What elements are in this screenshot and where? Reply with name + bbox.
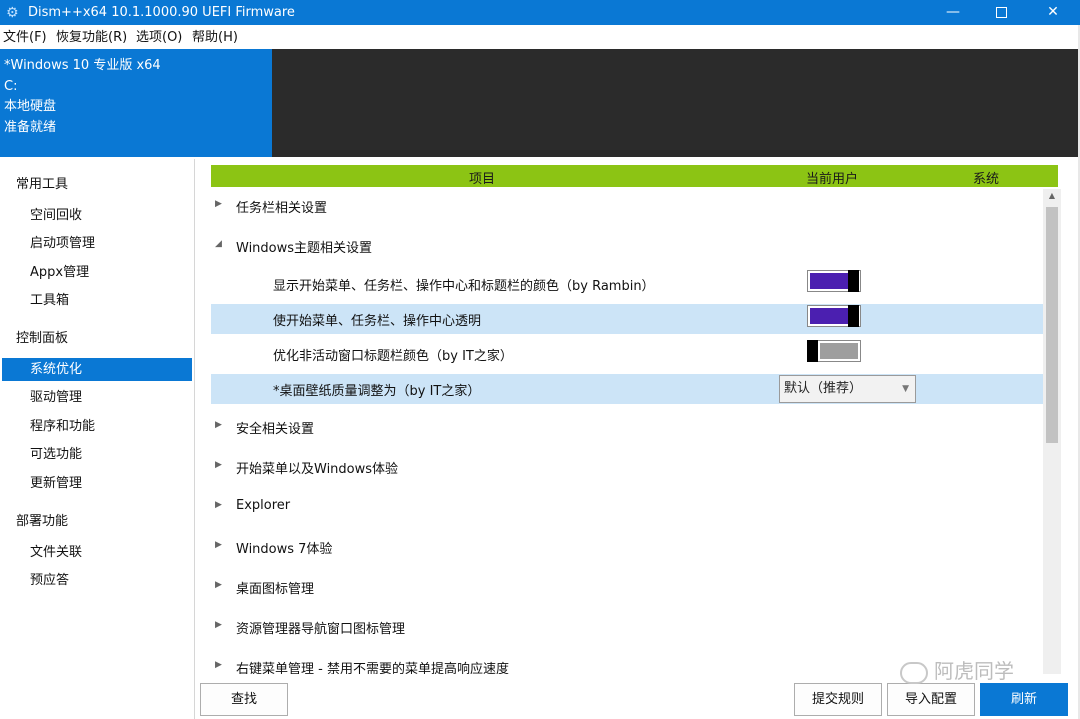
- current-user-toggle[interactable]: [807, 270, 861, 292]
- expand-arrow-icon[interactable]: ▶: [215, 540, 222, 550]
- menu-file[interactable]: 文件(F): [3, 30, 47, 46]
- window-title: Dism++x64 10.1.1000.90 UEFI Firmware: [28, 5, 295, 20]
- expand-arrow-icon[interactable]: ▶: [215, 460, 222, 470]
- expand-arrow-icon[interactable]: ▶: [215, 620, 222, 630]
- nav-item-optional-features[interactable]: 可选功能: [2, 443, 192, 466]
- column-item: 项目: [469, 172, 496, 187]
- toggle-track: [820, 343, 858, 359]
- toggle-knob[interactable]: [807, 340, 818, 362]
- row-label: 开始菜单以及Windows体验: [236, 462, 399, 477]
- collapse-arrow-icon[interactable]: ◢: [215, 239, 222, 249]
- chevron-down-icon: ▼: [902, 384, 909, 394]
- maximize-button[interactable]: [976, 0, 1026, 25]
- nav-group-control-panel: 控制面板: [16, 331, 69, 346]
- row-label: *桌面壁纸质量调整为（by IT之家）: [273, 384, 481, 399]
- menu-help[interactable]: 帮助(H): [192, 30, 238, 46]
- menu-restore[interactable]: 恢复功能(R): [56, 30, 127, 46]
- row-label: 右键菜单管理 - 禁用不需要的菜单提高响应速度: [236, 662, 509, 674]
- row-label: 资源管理器导航窗口图标管理: [236, 622, 406, 637]
- current-user-toggle[interactable]: [807, 340, 861, 362]
- import-config-button[interactable]: 导入配置: [887, 683, 975, 716]
- maximize-icon: [995, 6, 1007, 18]
- nav-item-programs[interactable]: 程序和功能: [2, 415, 192, 438]
- table-row[interactable]: ▶ Explorer: [211, 492, 1043, 522]
- table-row[interactable]: ▶ 任务栏相关设置: [211, 191, 1043, 221]
- image-info-panel[interactable]: *Windows 10 专业版 x64 C: 本地硬盘 准备就绪: [0, 49, 272, 157]
- table-row[interactable]: *桌面壁纸质量调整为（by IT之家） 默认（推荐） ▼: [211, 374, 1043, 404]
- row-label: 桌面图标管理: [236, 582, 315, 597]
- os-name: *Windows 10 专业版 x64: [4, 58, 161, 73]
- row-label: 使开始菜单、任务栏、操作中心透明: [273, 314, 482, 329]
- nav-item-space-recovery[interactable]: 空间回收: [2, 204, 192, 227]
- row-label: 优化非活动窗口标题栏颜色（by IT之家）: [273, 349, 513, 364]
- expand-arrow-icon[interactable]: ▶: [215, 500, 222, 510]
- title-bar: ⚙ Dism++x64 10.1.1000.90 UEFI Firmware —…: [0, 0, 1080, 25]
- watermark: 阿虎同学: [900, 655, 1014, 684]
- gear-icon: ⚙: [6, 5, 19, 21]
- nav-item-startup[interactable]: 启动项管理: [2, 232, 192, 255]
- console-panel: [272, 49, 1078, 157]
- row-label: 任务栏相关设置: [236, 201, 328, 216]
- toggle-knob[interactable]: [848, 305, 859, 327]
- find-button[interactable]: 查找: [200, 683, 288, 716]
- watermark-text: 阿虎同学: [934, 659, 1014, 683]
- row-label: Windows主题相关设置: [236, 241, 373, 256]
- sidebar: 常用工具 空间回收 启动项管理 Appx管理 工具箱 控制面板 系统优化 驱动管…: [0, 159, 195, 719]
- menu-bar: 文件(F) 恢复功能(R) 选项(O) 帮助(H): [0, 27, 1080, 49]
- current-user-toggle[interactable]: [807, 305, 861, 327]
- nav-item-unattend[interactable]: 预应答: [2, 569, 192, 592]
- row-label: Windows 7体验: [236, 542, 333, 557]
- table-row[interactable]: 优化非活动窗口标题栏颜色（by IT之家）: [211, 339, 1043, 369]
- menu-options[interactable]: 选项(O): [136, 30, 182, 46]
- vertical-scrollbar[interactable]: ▲: [1043, 189, 1061, 674]
- minimize-button[interactable]: —: [928, 0, 978, 25]
- table-row[interactable]: ◢ Windows主题相关设置: [211, 231, 1043, 261]
- nav-item-file-assoc[interactable]: 文件关联: [2, 541, 192, 564]
- scrollbar-thumb[interactable]: [1046, 207, 1058, 443]
- submit-rules-button[interactable]: 提交规则: [794, 683, 882, 716]
- wechat-icon: [900, 661, 928, 684]
- column-system: 系统: [973, 172, 1000, 187]
- scroll-up-icon[interactable]: ▲: [1043, 191, 1061, 200]
- toggle-knob[interactable]: [848, 270, 859, 292]
- row-label: Explorer: [236, 498, 291, 513]
- row-label: 显示开始菜单、任务栏、操作中心和标题栏的颜色（by Rambin）: [273, 279, 655, 294]
- expand-arrow-icon[interactable]: ▶: [215, 580, 222, 590]
- status-text: 准备就绪: [4, 119, 57, 135]
- optimization-panel: 项目 当前用户 系统 ▶ 任务栏相关设置 ◢ Windows主题相关设置 显示开…: [196, 159, 1078, 679]
- table-row[interactable]: ▶ 安全相关设置: [211, 412, 1043, 442]
- close-button[interactable]: ✕: [1028, 0, 1078, 25]
- table-row[interactable]: ▶ 资源管理器导航窗口图标管理: [211, 612, 1043, 642]
- expand-arrow-icon[interactable]: ▶: [215, 420, 222, 430]
- expand-arrow-icon[interactable]: ▶: [215, 199, 222, 209]
- table-row[interactable]: ▶ Windows 7体验: [211, 532, 1043, 562]
- nav-item-appx[interactable]: Appx管理: [2, 261, 192, 284]
- column-current-user: 当前用户: [806, 172, 859, 187]
- wallpaper-quality-select[interactable]: 默认（推荐） ▼: [779, 375, 916, 403]
- table-header: 项目 当前用户 系统: [211, 165, 1058, 187]
- select-value: 默认（推荐）: [784, 381, 863, 396]
- row-label: 安全相关设置: [236, 422, 315, 437]
- disk-type: 本地硬盘: [4, 99, 57, 114]
- table-row[interactable]: 显示开始菜单、任务栏、操作中心和标题栏的颜色（by Rambin）: [211, 269, 1043, 299]
- nav-group-common-tools: 常用工具: [16, 177, 69, 192]
- table-row[interactable]: ▶ 开始菜单以及Windows体验: [211, 452, 1043, 482]
- refresh-button[interactable]: 刷新: [980, 683, 1068, 716]
- nav-item-toolbox[interactable]: 工具箱: [2, 289, 192, 312]
- drive-letter: C:: [4, 78, 18, 94]
- nav-item-system-optimize[interactable]: 系统优化: [2, 358, 192, 381]
- nav-group-deploy: 部署功能: [16, 514, 69, 529]
- nav-item-drivers[interactable]: 驱动管理: [2, 386, 192, 409]
- table-row[interactable]: ▶ 桌面图标管理: [211, 572, 1043, 602]
- nav-item-updates[interactable]: 更新管理: [2, 472, 192, 495]
- expand-arrow-icon[interactable]: ▶: [215, 660, 222, 670]
- table-row[interactable]: 使开始菜单、任务栏、操作中心透明: [211, 304, 1043, 334]
